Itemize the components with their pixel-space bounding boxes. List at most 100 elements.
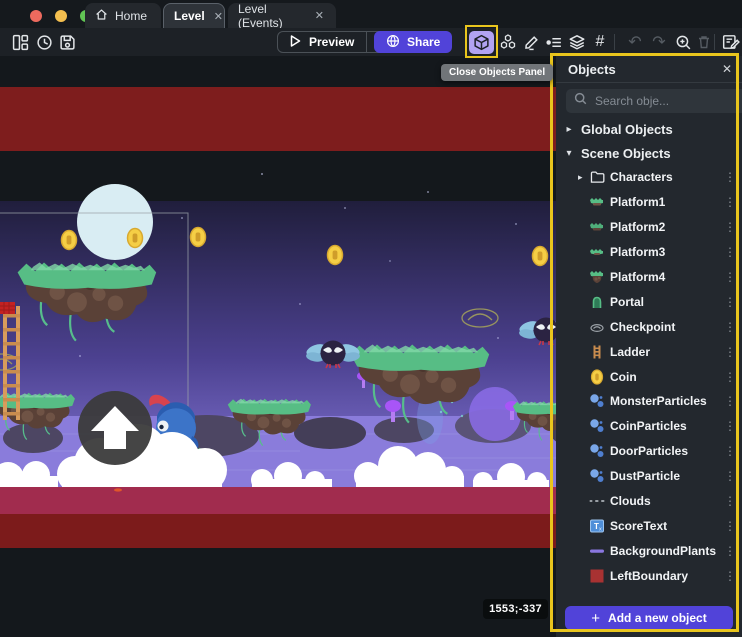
undo-icon[interactable]: ↶	[623, 30, 647, 54]
object-list-item[interactable]: Portal⋮	[556, 289, 742, 314]
redo-icon[interactable]: ↷	[647, 30, 671, 54]
object-label: BackgroundPlants	[610, 544, 718, 558]
gdevelop-window: Home Level ✕ Level (Events) ✕ Preview	[0, 0, 742, 637]
object-label: Platform3	[610, 245, 718, 259]
plus-icon: +	[591, 611, 600, 626]
close-tab-icon[interactable]: ✕	[212, 10, 225, 23]
object-list-item[interactable]: ▸Characters⋮	[556, 165, 742, 190]
delete-icon[interactable]	[692, 30, 716, 54]
object-label: MonsterParticles	[610, 394, 718, 408]
object-menu-button[interactable]: ⋮	[718, 444, 742, 458]
object-menu-button[interactable]: ⋮	[718, 195, 742, 209]
object-list-item[interactable]: Checkpoint⋮	[556, 314, 742, 339]
tab-label: Level	[174, 9, 205, 23]
coin-icon	[589, 369, 605, 385]
checkpoint-icon	[589, 319, 605, 335]
object-menu-button[interactable]: ⋮	[718, 220, 742, 234]
grid-icon[interactable]: #	[588, 30, 612, 54]
object-menu-button[interactable]: ⋮	[718, 370, 742, 384]
portal-icon	[589, 294, 605, 310]
object-list-item[interactable]: DustParticle⋮	[556, 464, 742, 489]
object-menu-button[interactable]: ⋮	[718, 170, 742, 184]
particles-icon	[589, 468, 605, 484]
object-list: ▸Characters⋮Platform1⋮Platform2⋮Platform…	[556, 165, 742, 588]
object-menu-button[interactable]: ⋮	[718, 519, 742, 533]
layers-icon[interactable]	[565, 30, 589, 54]
object-menu-button[interactable]: ⋮	[718, 419, 742, 433]
object-list-item[interactable]: CoinParticles⋮	[556, 414, 742, 439]
preview-label: Preview	[309, 35, 354, 49]
tab-label: Level (Events)	[238, 2, 306, 30]
object-label: Portal	[610, 295, 718, 309]
object-menu-button[interactable]: ⋮	[718, 320, 742, 334]
object-label: ScoreText	[610, 519, 718, 533]
expand-arrow-icon[interactable]: ▸	[578, 172, 589, 183]
object-list-item[interactable]: Ladder⋮	[556, 339, 742, 364]
object-menu-button[interactable]: ⋮	[718, 270, 742, 284]
object-list-item[interactable]: BackgroundPlants⋮	[556, 538, 742, 563]
object-list-item[interactable]: LeftBoundary⋮	[556, 563, 742, 588]
tab-level[interactable]: Level ✕	[163, 3, 225, 28]
platform2-icon	[589, 219, 605, 235]
close-panel-icon[interactable]: ✕	[722, 62, 732, 76]
project-manager-icon[interactable]	[8, 30, 32, 54]
object-list-item[interactable]: Platform2⋮	[556, 215, 742, 240]
objects-panel-header: Objects ✕	[556, 56, 742, 83]
object-menu-button[interactable]: ⋮	[718, 394, 742, 408]
object-menu-button[interactable]: ⋮	[718, 494, 742, 508]
window-minimize-button[interactable]	[55, 10, 67, 22]
search-input[interactable]	[593, 93, 742, 109]
save-icon[interactable]	[55, 30, 79, 54]
object-menu-button[interactable]: ⋮	[718, 245, 742, 259]
cursor-coordinates: 1553;-337	[483, 599, 548, 619]
moon[interactable]	[77, 184, 153, 260]
object-menu-button[interactable]: ⋮	[718, 569, 742, 583]
window-close-button[interactable]	[30, 10, 42, 22]
history-icon[interactable]	[32, 30, 56, 54]
object-label: LeftBoundary	[610, 569, 718, 583]
plants-icon	[589, 543, 605, 559]
svg-text:x: x	[599, 526, 602, 532]
object-menu-button[interactable]: ⋮	[718, 345, 742, 359]
object-list-item[interactable]: Coin⋮	[556, 364, 742, 389]
platform4-icon	[589, 269, 605, 285]
object-list-item[interactable]: Tx ScoreText⋮	[556, 513, 742, 538]
object-label: Clouds	[610, 494, 718, 508]
touch-up-button[interactable]	[78, 391, 152, 465]
objects-panel-icon[interactable]	[469, 31, 494, 54]
object-list-item[interactable]: Platform4⋮	[556, 265, 742, 290]
object-groups-icon[interactable]	[496, 30, 520, 54]
object-label: CoinParticles	[610, 419, 718, 433]
object-list-item[interactable]: Platform3⋮	[556, 240, 742, 265]
tab-label: Home	[115, 9, 147, 23]
tab-home[interactable]: Home	[85, 3, 161, 28]
toolbar: Preview Share #	[0, 28, 742, 56]
close-tab-icon[interactable]: ✕	[313, 9, 326, 22]
object-menu-button[interactable]: ⋮	[718, 469, 742, 483]
edit-pencil-icon[interactable]	[519, 30, 543, 54]
share-button[interactable]: Share	[374, 31, 452, 53]
globe-icon	[386, 34, 400, 51]
edit-scene-notes-icon[interactable]	[719, 30, 742, 54]
object-list-item[interactable]: MonsterParticles⋮	[556, 389, 742, 414]
properties-icon[interactable]	[542, 30, 566, 54]
object-list-item[interactable]: Platform1⋮	[556, 190, 742, 215]
particles-icon	[589, 443, 605, 459]
object-label: DustParticle	[610, 469, 718, 483]
platform1-icon	[589, 194, 605, 210]
object-list-item[interactable]: DoorParticles⋮	[556, 439, 742, 464]
play-icon	[290, 35, 301, 50]
object-label: Platform1	[610, 195, 718, 209]
object-list-item[interactable]: Clouds⋮	[556, 489, 742, 514]
object-label: DoorParticles	[610, 444, 718, 458]
search-icon	[574, 92, 587, 110]
section-global-objects[interactable]: ▸ Global Objects	[556, 117, 742, 141]
object-menu-button[interactable]: ⋮	[718, 295, 742, 309]
add-object-button[interactable]: + Add a new object	[565, 606, 733, 630]
dashes-icon	[589, 493, 605, 509]
object-search-box[interactable]	[566, 89, 742, 113]
object-menu-button[interactable]: ⋮	[718, 544, 742, 558]
section-scene-objects[interactable]: ▾ Scene Objects	[556, 141, 742, 165]
tab-level-events[interactable]: Level (Events) ✕	[228, 3, 336, 28]
text-icon: Tx	[589, 518, 605, 534]
